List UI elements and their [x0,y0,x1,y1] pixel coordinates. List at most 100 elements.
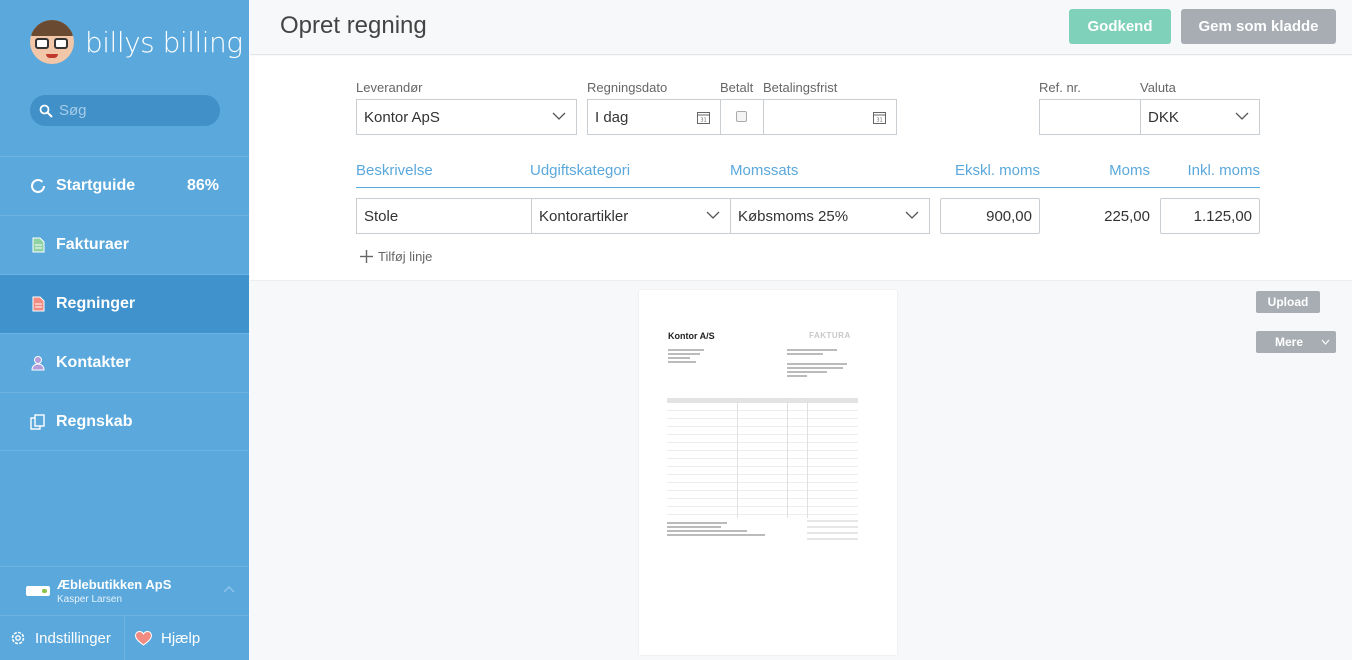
column-header-incl-vat: Inkl. moms [1187,162,1260,179]
currency-value: DKK [1148,108,1179,126]
add-line-button[interactable]: Tilføj linje [360,249,432,264]
attachment-text-line [787,363,847,365]
sidebar-item-label: Kontakter [56,354,131,371]
document-red-icon [30,296,46,312]
line-incl-vat-input[interactable]: 1.125,00 [1160,198,1260,234]
line-description-input[interactable]: Stole [356,198,532,234]
circle-progress-icon [30,178,46,194]
search-input[interactable] [59,102,209,119]
currency-label: Valuta [1140,80,1176,95]
attachment-text-line [667,526,721,528]
sidebar-item-label: Fakturaer [56,236,129,253]
line-vat-amount: 225,00 [1104,207,1150,225]
bill-date-input[interactable]: I dag 31 [587,99,721,135]
attachment-text-line [667,534,765,536]
sidebar-item-label: Regnskab [56,412,133,430]
settings-button[interactable]: Indstillinger [0,616,125,660]
sidebar-item-regnskab[interactable]: Regnskab [0,392,249,451]
column-header-divider [356,187,1260,188]
settings-label: Indstillinger [35,629,111,647]
person-icon [30,355,46,371]
progress-badge: 86% [186,177,219,194]
chevron-down-icon [552,112,566,120]
billy-face-icon [30,20,74,64]
search-box[interactable] [30,95,220,126]
column-header-category: Udgiftskategori [530,162,631,179]
currency-select[interactable]: DKK [1140,99,1260,135]
attachment-text-line [787,367,843,369]
app-logo[interactable]: billys billing [30,20,243,64]
attachment-text-line [668,357,690,359]
due-date-label: Betalingsfrist [763,80,838,95]
paid-label: Betalt [720,80,754,95]
attachment-text-line [787,353,823,355]
help-button[interactable]: Hjælp [125,616,200,660]
bill-form: Leverandør Kontor ApS Regningsdato I dag… [250,56,1352,281]
vendor-label: Leverandør [356,80,423,95]
attachment-table-column [737,398,738,518]
vendor-select[interactable]: Kontor ApS [356,99,577,135]
line-vat-rate-value: Købsmoms 25% [738,207,849,225]
attachment-company-name: Kontor A/S [668,331,715,341]
more-button[interactable]: Mere [1256,331,1336,353]
organization-logo-icon [26,586,50,596]
attachment-text-line [787,349,837,351]
column-header-vat: Moms [1109,162,1150,179]
sidebar-item-kontakter[interactable]: Kontakter [0,333,249,392]
ref-input[interactable] [1039,99,1141,135]
page-header: Opret regning Godkend Gem som kladde [250,0,1352,55]
line-excl-vat-input[interactable]: 900,00 [940,198,1040,234]
plus-icon [360,250,373,263]
sidebar-item-fakturaer[interactable]: Fakturaer [0,215,249,274]
line-category-select[interactable]: Kontorartikler [531,198,731,234]
calendar-icon[interactable]: 31 [873,111,886,124]
line-vat-rate-select[interactable]: Købsmoms 25% [730,198,930,234]
chevron-down-icon [1235,112,1249,120]
attachment-table-column [787,398,788,518]
attachment-totals [807,520,858,540]
logo-text: billys billing [85,25,243,59]
paid-checkbox-cell [720,99,764,135]
attachment-text-line [667,530,747,532]
column-header-excl-vat: Ekskl. moms [954,162,1040,179]
sidebar-item-startguide[interactable]: Startguide 86% [0,156,249,215]
chevron-down-icon [905,211,919,219]
svg-text:31: 31 [876,118,882,124]
sidebar-item-label: Startguide [56,177,136,194]
paid-checkbox[interactable] [736,111,747,122]
search-icon [39,104,53,118]
attachment-text-line [668,353,700,355]
line-description-value: Stole [364,207,399,225]
approve-button[interactable]: Godkend [1069,9,1171,44]
sidebar-item-regninger[interactable]: Regninger [0,274,249,333]
document-green-icon [30,237,46,253]
line-incl-vat-value: 1.125,00 [1193,207,1252,225]
line-excl-vat-value: 900,00 [986,207,1032,225]
chevron-down-icon [1321,339,1330,345]
save-draft-button[interactable]: Gem som kladde [1181,9,1336,44]
bill-date-label: Regningsdato [587,80,668,95]
gear-icon [11,631,25,645]
help-label: Hjælp [161,629,201,647]
attachment-text-line [667,522,727,524]
calendar-icon[interactable]: 31 [697,111,710,124]
due-date-input[interactable]: 31 [763,99,897,135]
chevron-up-icon [223,586,235,593]
attachment-document-title: FAKTURA [809,331,851,340]
organization-name: Æblebutikken ApS [57,577,172,592]
page-title: Opret regning [280,12,427,39]
attachment-preview[interactable]: Kontor A/S FAKTURA [639,290,897,655]
chevron-down-icon [706,211,720,219]
sidebar: billys billing Startguide 86% Fakturaer [0,0,249,660]
bill-date-value: I dag [595,108,629,126]
attachment-text-line [787,375,807,377]
heart-icon [135,630,152,646]
sidebar-bottom: Indstillinger Hjælp [0,615,249,660]
upload-button[interactable]: Upload [1256,291,1320,313]
svg-text:31: 31 [700,118,706,124]
attachment-text-line [668,349,704,351]
attachment-table-column [807,398,808,518]
ledger-icon [30,413,46,430]
organization-switcher[interactable]: Æblebutikken ApS Kasper Larsen [0,566,249,615]
attachment-text-line [668,361,696,363]
